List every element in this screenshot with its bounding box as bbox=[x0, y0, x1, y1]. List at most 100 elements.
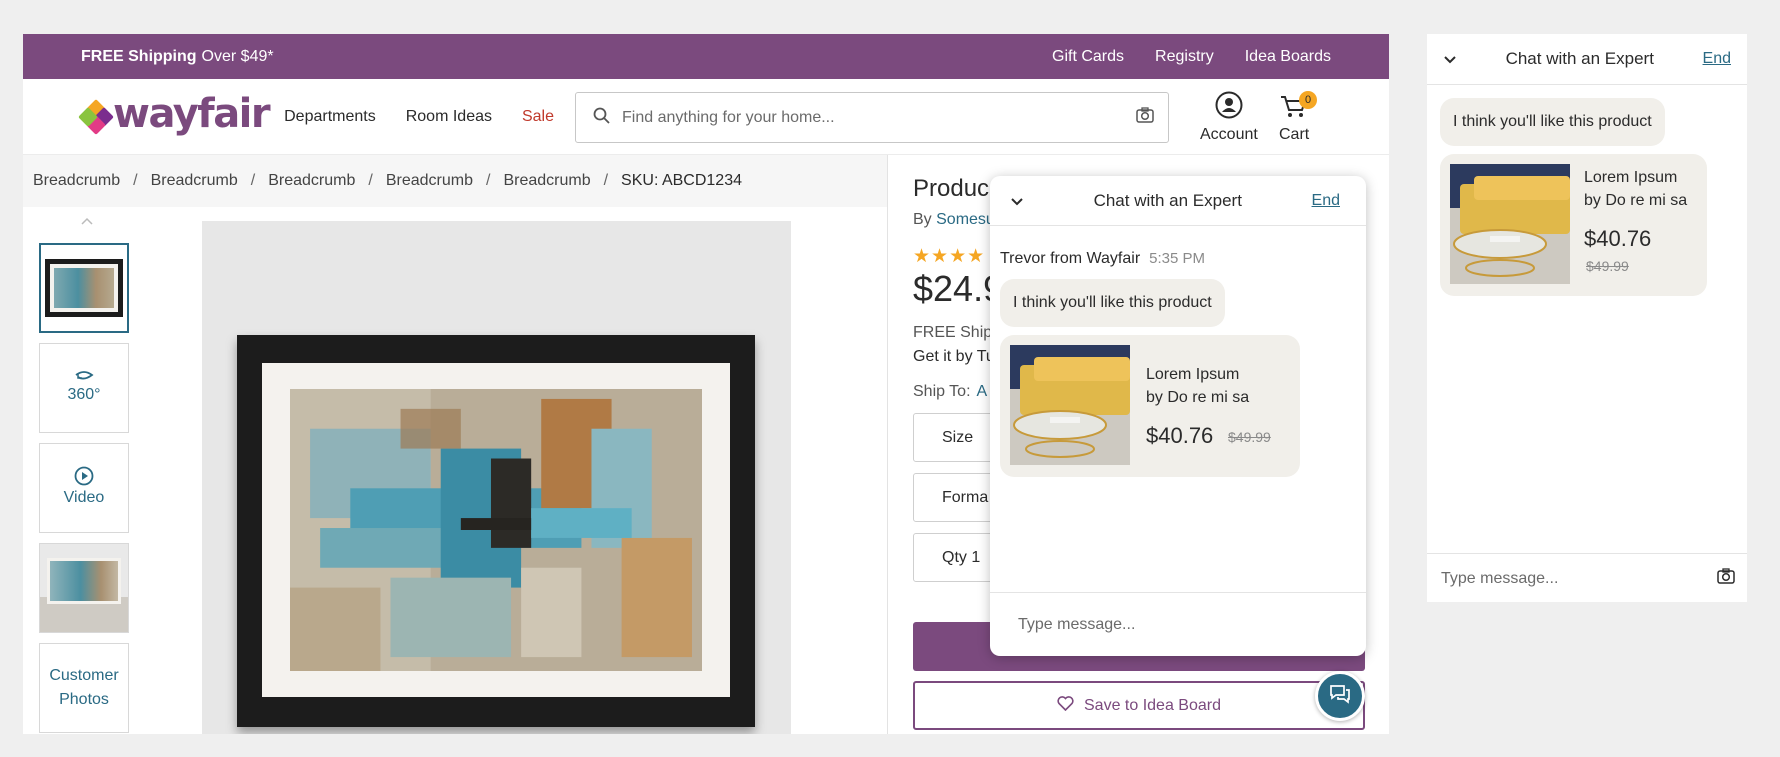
thumb-image-framed[interactable] bbox=[39, 243, 129, 333]
side-product-card-price: $40.76 bbox=[1584, 226, 1652, 251]
chat-bubbles-icon bbox=[1328, 683, 1352, 710]
thumb-video-label: Video bbox=[63, 489, 105, 506]
search-icon[interactable] bbox=[593, 107, 610, 129]
breadcrumb: Breadcrumb / Breadcrumb / Breadcrumb / Brea… bbox=[23, 155, 887, 207]
side-chat-message-text: I think you'll like this product bbox=[1453, 113, 1652, 130]
framed-art-image bbox=[237, 335, 755, 727]
breadcrumb-item[interactable]: Breadcrumb bbox=[268, 172, 355, 190]
side-product-card-byline: by Do re mi sa bbox=[1584, 192, 1688, 210]
breadcrumb-item[interactable]: Breadcrumb bbox=[33, 172, 120, 190]
format-label: Forma bbox=[942, 488, 989, 506]
side-chat-header: Chat with an Expert End bbox=[1427, 34, 1747, 85]
account-label: Account bbox=[1200, 126, 1258, 143]
product-card-byline: by Do re mi sa bbox=[1146, 389, 1250, 407]
side-product-card-name: Lorem Ipsum bbox=[1584, 169, 1678, 186]
play-icon bbox=[74, 466, 94, 486]
product-card-image bbox=[1010, 345, 1130, 465]
chat-popup-input-bar bbox=[990, 592, 1366, 656]
thumb-image-room[interactable] bbox=[39, 543, 129, 633]
side-chat-message-input[interactable] bbox=[1441, 569, 1717, 588]
chat-message-bubble: I think you'll like this product bbox=[1000, 279, 1225, 327]
nav-sale[interactable]: Sale bbox=[522, 108, 554, 126]
side-product-card-was-price: $49.99 bbox=[1586, 258, 1629, 274]
quantity-label: Qty 1 bbox=[942, 548, 981, 566]
registry-link[interactable]: Registry bbox=[1155, 48, 1214, 66]
chat-message-input[interactable] bbox=[1018, 615, 1338, 634]
logo-wordmark: wayfair bbox=[113, 90, 271, 137]
breadcrumb-item[interactable]: Breadcrumb bbox=[151, 172, 238, 190]
by-label: By bbox=[913, 211, 932, 228]
product-card-price: $40.76 bbox=[1146, 423, 1214, 448]
promo-links: Gift Cards Registry Idea Boards bbox=[1052, 48, 1331, 66]
star-icon: ★ bbox=[913, 246, 932, 267]
product-card-text: Lorem Ipsum by Do re mi sa bbox=[1146, 363, 1249, 409]
brand-link[interactable]: Somesu bbox=[936, 211, 995, 228]
save-to-idea-board-button[interactable]: Save to Idea Board bbox=[913, 681, 1365, 730]
star-rating[interactable]: ★★★★ bbox=[913, 245, 985, 268]
star-icon: ★ bbox=[967, 246, 986, 267]
site-header: wayfair Departments Room Ideas Sale Acco… bbox=[23, 79, 1389, 154]
camera-icon[interactable] bbox=[1717, 568, 1735, 589]
customer-photos-label-line2: Photos bbox=[59, 691, 109, 708]
free-shipping-text: FREE Shipp bbox=[913, 324, 1002, 341]
ship-to-link[interactable]: A bbox=[977, 383, 988, 400]
side-product-card-image bbox=[1450, 164, 1570, 284]
promo-threshold: Over $49* bbox=[201, 47, 274, 65]
cart-button[interactable]: 0 Cart bbox=[1279, 91, 1317, 144]
chat-popup: Chat with an Expert End Trevor from Wayf… bbox=[990, 176, 1366, 656]
thumb-customer-photos[interactable]: Customer Photos bbox=[39, 643, 129, 733]
side-chat-input-bar bbox=[1427, 553, 1747, 603]
message-time: 5:35 PM bbox=[1149, 250, 1206, 267]
nav-departments[interactable]: Departments bbox=[284, 108, 376, 126]
sku-label: SKU: ABCD1234 bbox=[621, 172, 742, 189]
gallery-column: Breadcrumb / Breadcrumb / Breadcrumb / Brea… bbox=[23, 155, 888, 734]
side-end-chat-link[interactable]: End bbox=[1703, 50, 1731, 68]
end-chat-link[interactable]: End bbox=[1312, 192, 1340, 210]
heart-icon bbox=[1057, 695, 1074, 716]
promo-free-shipping: FREE Shipping bbox=[81, 47, 197, 65]
search-input[interactable] bbox=[622, 108, 1136, 127]
sender-name: Trevor from Wayfair bbox=[1000, 250, 1141, 267]
cart-count-badge: 0 bbox=[1299, 91, 1317, 109]
search-bar bbox=[575, 92, 1169, 143]
side-product-card-text: Lorem Ipsum by Do re mi sa bbox=[1584, 166, 1687, 212]
product-card-name: Lorem Ipsum bbox=[1146, 366, 1240, 383]
cart-label: Cart bbox=[1279, 126, 1310, 143]
camera-icon[interactable] bbox=[1136, 107, 1154, 128]
rotate-360-icon bbox=[73, 369, 95, 383]
wayfair-logo[interactable]: wayfair bbox=[78, 94, 271, 135]
ship-to-label: Ship To: bbox=[913, 383, 971, 400]
chat-sender: Trevor from Wayfair 5:35 PM bbox=[1000, 250, 1205, 268]
breadcrumb-item[interactable]: Breadcrumb bbox=[503, 172, 590, 190]
star-icon: ★ bbox=[949, 246, 968, 267]
product-title: Produc bbox=[913, 175, 990, 202]
chevron-down-icon[interactable] bbox=[1443, 49, 1457, 69]
side-chat-product-card[interactable]: Lorem Ipsum by Do re mi sa $40.76 $49.99 bbox=[1440, 154, 1707, 296]
customer-photos-label-line1: Customer bbox=[49, 667, 119, 684]
delivery-estimate: Get it by Tu bbox=[913, 348, 995, 365]
chat-popup-title: Chat with an Expert bbox=[1093, 190, 1242, 210]
side-chat-panel: Chat with an Expert End I think you'll l… bbox=[1427, 34, 1747, 602]
breadcrumb-item[interactable]: Breadcrumb bbox=[386, 172, 473, 190]
ship-to: Ship To: A bbox=[913, 383, 987, 401]
idea-boards-link[interactable]: Idea Boards bbox=[1245, 48, 1331, 66]
chat-launcher-button[interactable] bbox=[1315, 671, 1365, 721]
side-chat-title: Chat with an Expert bbox=[1505, 49, 1654, 68]
account-button[interactable]: Account bbox=[1200, 91, 1258, 144]
nav-room-ideas[interactable]: Room Ideas bbox=[406, 108, 492, 126]
chat-popup-header: Chat with an Expert End bbox=[990, 176, 1366, 226]
by-line: By Somesu bbox=[913, 211, 995, 229]
product-card-was-price: $49.99 bbox=[1228, 429, 1271, 445]
side-chat-message-bubble: I think you'll like this product bbox=[1440, 98, 1665, 146]
chevron-down-icon[interactable] bbox=[1010, 191, 1024, 211]
gift-cards-link[interactable]: Gift Cards bbox=[1052, 48, 1124, 66]
account-icon bbox=[1215, 91, 1243, 124]
star-icon: ★ bbox=[931, 246, 950, 267]
thumb-video[interactable]: Video bbox=[39, 443, 129, 533]
chat-product-card[interactable]: Lorem Ipsum by Do re mi sa $40.76 $49.99 bbox=[1000, 335, 1300, 477]
save-label: Save to Idea Board bbox=[1084, 696, 1221, 714]
main-product-image[interactable] bbox=[202, 221, 791, 734]
thumb-360-label: 360° bbox=[67, 386, 101, 403]
thumb-360[interactable]: 360° bbox=[39, 343, 129, 433]
thumbs-scroll-up-icon[interactable] bbox=[81, 217, 93, 225]
